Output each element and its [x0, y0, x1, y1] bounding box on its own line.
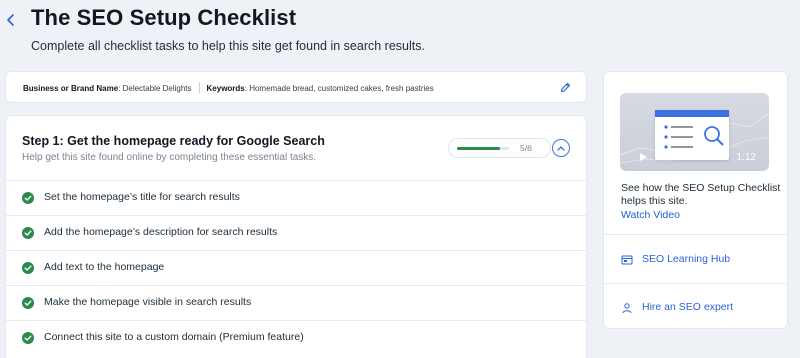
progress-track [457, 147, 509, 150]
task-label: Set the homepage’s title for search resu… [44, 191, 240, 203]
task-label: Make the homepage visible in search resu… [44, 296, 252, 308]
play-icon[interactable] [638, 152, 648, 162]
collapse-button[interactable] [552, 139, 570, 157]
task-label: Add text to the homepage [44, 261, 165, 273]
task-item[interactable]: Add the homepage’s description for searc… [6, 215, 586, 250]
check-circle-icon [22, 192, 34, 204]
video-thumbnail[interactable]: 1:12 [620, 93, 769, 171]
task-item[interactable]: Add text to the homepage [6, 250, 586, 285]
step-title: Step 1: Get the homepage ready for Googl… [22, 134, 325, 148]
page-subtitle: Complete all checklist tasks to help thi… [31, 39, 425, 53]
video-duration: 1:12 [736, 152, 756, 163]
task-item[interactable]: Set the homepage’s title for search resu… [6, 180, 586, 215]
learning-hub-icon [621, 255, 633, 265]
check-circle-icon [22, 227, 34, 239]
progress-count: 5/6 [520, 143, 532, 153]
video-caption: See how the SEO Setup Checklist helps th… [621, 182, 781, 207]
task-item[interactable]: Connect this site to a custom domain (Pr… [6, 320, 586, 355]
back-arrow-icon[interactable] [4, 12, 18, 28]
keywords-value: : Homemade bread, customized cakes, fres… [244, 84, 434, 93]
expert-icon [622, 303, 632, 314]
business-info-bar: Business or Brand Name: Delectable Delig… [5, 71, 587, 103]
task-label: Add the homepage’s description for searc… [44, 226, 278, 238]
page-title: The SEO Setup Checklist [31, 5, 297, 30]
check-circle-icon [22, 262, 34, 274]
checklist-illustration [655, 110, 729, 160]
keywords-label: Keywords [206, 84, 245, 93]
watch-video-link[interactable]: Watch Video [621, 209, 680, 221]
seo-learning-hub-label: SEO Learning Hub [642, 253, 731, 265]
resources-sidebar: 1:12 See how the SEO Setup Checklist hel… [603, 71, 788, 329]
step-card: Step 1: Get the homepage ready for Googl… [5, 115, 587, 358]
check-circle-icon [22, 332, 34, 344]
task-list: Set the homepage’s title for search resu… [6, 180, 586, 355]
task-item[interactable]: Make the homepage visible in search resu… [6, 285, 586, 320]
divider [604, 234, 787, 235]
business-name-label: Business or Brand Name [23, 84, 119, 93]
check-circle-icon [22, 297, 34, 309]
chevron-up-icon [557, 146, 565, 151]
step-description: Help get this site found online by compl… [22, 152, 317, 163]
step-progress: 5/6 [448, 138, 551, 158]
edit-pencil-icon[interactable] [559, 81, 572, 94]
hire-seo-expert-label: Hire an SEO expert [642, 301, 734, 313]
divider [198, 82, 200, 93]
business-info-line: Business or Brand Name: Delectable Delig… [23, 82, 434, 93]
progress-fill [457, 147, 501, 150]
divider [604, 283, 787, 284]
task-label: Connect this site to a custom domain (Pr… [44, 331, 304, 343]
business-name-value: : Delectable Delights [118, 84, 192, 93]
